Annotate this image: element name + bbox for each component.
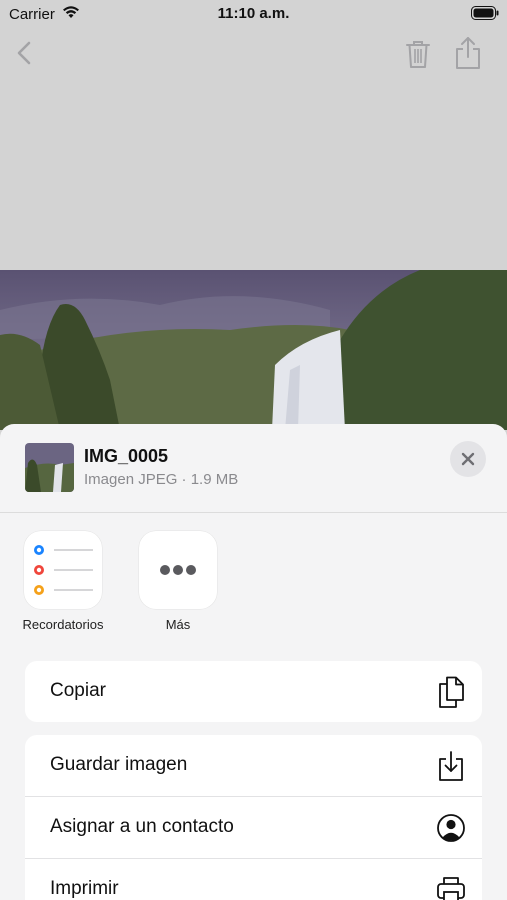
more-icon: [139, 531, 217, 609]
app-label: Recordatorios: [22, 617, 104, 632]
save-image-icon: [436, 750, 466, 782]
action-label: Guardar imagen: [50, 754, 188, 775]
share-sheet: IMG_0005 Imagen JPEG · 1.9 MB Recordator…: [0, 424, 507, 900]
action-copy[interactable]: Copiar: [25, 661, 482, 722]
file-name: IMG_0005: [84, 446, 169, 466]
action-save-image[interactable]: Guardar imagen: [25, 735, 482, 797]
battery-icon: [471, 6, 499, 24]
chevron-left-icon[interactable]: [14, 40, 34, 71]
file-thumbnail: [25, 443, 74, 492]
app-reminders[interactable]: Recordatorios: [13, 531, 113, 632]
apps-row: Recordatorios Más: [0, 531, 507, 641]
clock-label: 11:10 a.m.: [217, 5, 290, 22]
actions-group-main: Guardar imagen Asignar a un contacto Imp…: [25, 735, 482, 900]
actions-group-copy: Copiar: [25, 661, 482, 722]
file-meta: Imagen JPEG · 1.9 MB: [84, 471, 239, 488]
app-label: Más: [165, 617, 191, 632]
navigation-bar: [0, 30, 507, 78]
close-button[interactable]: [450, 441, 486, 477]
action-label: Asignar a un contacto: [50, 816, 234, 837]
trash-icon[interactable]: [404, 38, 432, 75]
status-bar: Carrier 11:10 a.m.: [0, 0, 507, 30]
action-assign-contact[interactable]: Asignar a un contacto: [25, 797, 482, 859]
action-label: Imprimir: [50, 878, 119, 899]
contact-icon: [436, 812, 466, 844]
app-more[interactable]: Más: [128, 531, 228, 632]
action-print[interactable]: Imprimir: [25, 859, 482, 900]
copy-icon: [436, 676, 466, 708]
share-sheet-header: IMG_0005 Imagen JPEG · 1.9 MB: [0, 424, 507, 513]
close-icon: [461, 452, 475, 466]
action-label: Copiar: [50, 680, 106, 701]
background-photo: [0, 270, 507, 430]
share-icon[interactable]: [454, 36, 482, 75]
reminders-icon: [24, 531, 102, 609]
print-icon: [436, 874, 466, 900]
